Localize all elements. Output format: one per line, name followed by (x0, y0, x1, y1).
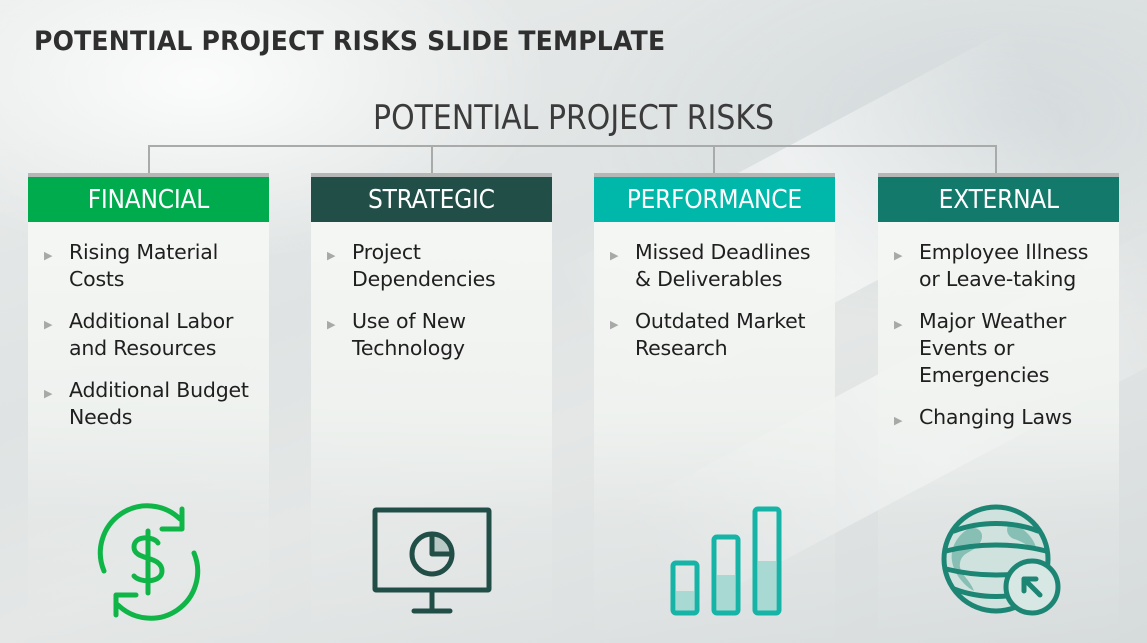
risk-item-text: Use of New Technology (352, 309, 466, 360)
risk-list: ▶ Missed Deadlines & Deliverables ▶ Outdat… (594, 239, 835, 362)
column-header: FINANCIAL (28, 177, 269, 222)
connector-horizontal (148, 145, 997, 147)
column-header: STRATEGIC (311, 177, 552, 222)
list-item: ▶ Employee Illness or Leave-taking (878, 239, 1119, 293)
column-title: PERFORMANCE (626, 184, 803, 215)
connector-external (995, 145, 997, 173)
list-item: ▶ Outdated Market Research (594, 308, 835, 362)
bullet-arrow-icon: ▶ (610, 318, 619, 331)
risk-item-text: Major Weather Events or Emergencies (919, 309, 1067, 387)
connector-financial (148, 145, 150, 173)
risk-item-text: Additional Budget Needs (69, 378, 249, 429)
bullet-arrow-icon: ▶ (327, 249, 336, 262)
list-item: ▶ Missed Deadlines & Deliverables (594, 239, 835, 293)
bullet-arrow-icon: ▶ (894, 414, 903, 427)
column-financial: FINANCIAL ▶ Rising Material Costs ▶ Additi… (28, 173, 269, 643)
risk-item-text: Outdated Market Research (635, 309, 806, 360)
risk-item-text: Rising Material Costs (69, 240, 219, 291)
bar-chart-icon (594, 503, 835, 621)
risk-list: ▶ Employee Illness or Leave-taking ▶ Major… (878, 239, 1119, 431)
list-item: ▶ Project Dependencies (311, 239, 552, 293)
connector-strategic (431, 145, 433, 173)
bullet-arrow-icon: ▶ (327, 318, 336, 331)
bullet-arrow-icon: ▶ (44, 318, 53, 331)
column-external: EXTERNAL ▶ Employee Illness or Leave-taki… (878, 173, 1119, 643)
column-header: PERFORMANCE (594, 177, 835, 222)
column-title: FINANCIAL (87, 184, 210, 215)
column-header: EXTERNAL (878, 177, 1119, 222)
risk-item-text: Project Dependencies (352, 240, 496, 291)
risk-list: ▶ Rising Material Costs ▶ Additional Labor… (28, 239, 269, 431)
column-title: EXTERNAL (938, 184, 1059, 215)
list-item: ▶ Additional Labor and Resources (28, 308, 269, 362)
list-item: ▶ Use of New Technology (311, 308, 552, 362)
bullet-arrow-icon: ▶ (44, 249, 53, 262)
connector-performance (713, 145, 715, 173)
risk-item-text: Changing Laws (919, 405, 1072, 429)
list-item: ▶ Rising Material Costs (28, 239, 269, 293)
risk-list: ▶ Project Dependencies ▶ Use of New Techno… (311, 239, 552, 362)
slide-heading: POTENTIAL PROJECT RISKS (373, 98, 774, 138)
bullet-arrow-icon: ▶ (44, 387, 53, 400)
bullet-arrow-icon: ▶ (610, 249, 619, 262)
monitor-pie-chart-icon (311, 503, 552, 621)
risk-item-text: Missed Deadlines & Deliverables (635, 240, 811, 291)
column-strategic: STRATEGIC ▶ Project Dependencies ▶ Use of … (311, 173, 552, 643)
risk-item-text: Additional Labor and Resources (69, 309, 234, 360)
page-title: POTENTIAL PROJECT RISKS SLIDE TEMPLATE (34, 26, 666, 57)
column-title: STRATEGIC (368, 184, 495, 215)
column-performance: PERFORMANCE ▶ Missed Deadlines & Delivera… (594, 173, 835, 643)
bullet-arrow-icon: ▶ (894, 318, 903, 331)
globe-arrow-icon (878, 503, 1119, 621)
list-item: ▶ Major Weather Events or Emergencies (878, 308, 1119, 389)
risk-item-text: Employee Illness or Leave-taking (919, 240, 1089, 291)
list-item: ▶ Additional Budget Needs (28, 377, 269, 431)
list-item: ▶ Changing Laws (878, 404, 1119, 431)
bullet-arrow-icon: ▶ (894, 249, 903, 262)
dollar-refresh-icon (28, 503, 269, 621)
